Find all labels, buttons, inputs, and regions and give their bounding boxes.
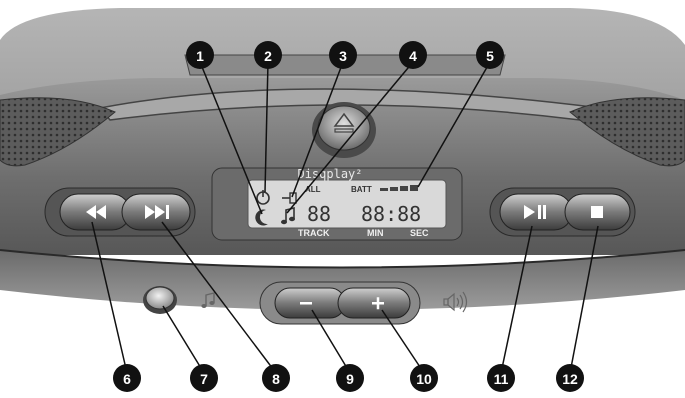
track-label: TRACK	[298, 228, 330, 238]
svg-text:4: 4	[409, 48, 417, 64]
cd-player-illustration: Disqplay² ALL BATT 88 88:88 TRACK MIN SE…	[0, 8, 685, 398]
next-track-button[interactable]	[121, 193, 191, 231]
callout-5: 5	[476, 41, 504, 69]
stop-button[interactable]	[564, 193, 631, 231]
battery-indicator: BATT	[351, 185, 372, 194]
brand-label: Disqplay²	[297, 167, 362, 181]
play-pause-button[interactable]	[499, 193, 573, 231]
eject-button[interactable]	[312, 102, 376, 158]
stop-icon	[591, 206, 603, 218]
volume-down-button[interactable]	[274, 287, 346, 319]
minus-icon	[300, 302, 312, 305]
callout-7: 7	[190, 364, 218, 392]
volume-up-button[interactable]	[337, 287, 411, 319]
callout-10: 10	[410, 364, 438, 392]
min-label: MIN	[367, 228, 384, 238]
svg-text:9: 9	[346, 371, 354, 387]
callout-12: 12	[556, 364, 584, 392]
svg-text:10: 10	[416, 371, 432, 387]
svg-text:3: 3	[339, 48, 347, 64]
callout-11: 11	[487, 364, 515, 392]
svg-text:12: 12	[562, 371, 578, 387]
callout-3: 3	[329, 41, 357, 69]
svg-text:6: 6	[123, 371, 131, 387]
svg-text:1: 1	[196, 48, 204, 64]
svg-text:8: 8	[272, 371, 280, 387]
rewind-button[interactable]	[59, 193, 131, 231]
svg-text:2: 2	[264, 48, 272, 64]
callout-4: 4	[399, 41, 427, 69]
callout-6: 6	[113, 364, 141, 392]
device-photo: Disqplay² ALL BATT 88 88:88 TRACK MIN SE…	[0, 0, 685, 398]
track-digits: 88	[307, 202, 331, 226]
time-digits: 88:88	[361, 202, 421, 226]
svg-text:5: 5	[486, 48, 494, 64]
anti-skip-button[interactable]	[143, 286, 177, 314]
callout-2: 2	[254, 41, 282, 69]
svg-text:11: 11	[494, 371, 509, 387]
sec-label: SEC	[410, 228, 429, 238]
callout-1: 1	[186, 41, 214, 69]
callout-9: 9	[336, 364, 364, 392]
svg-text:7: 7	[200, 371, 208, 387]
callout-8: 8	[262, 364, 290, 392]
